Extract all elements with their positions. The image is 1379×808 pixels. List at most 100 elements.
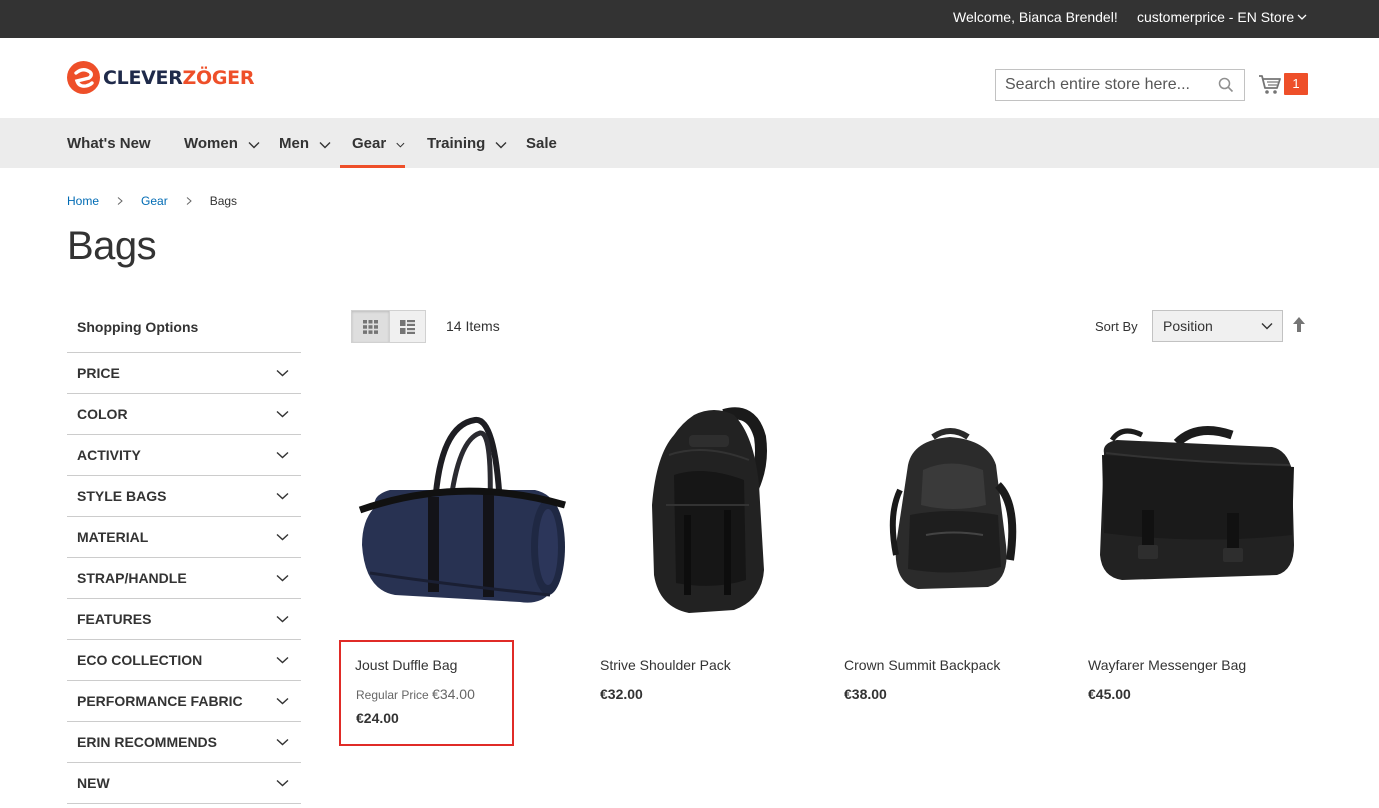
product-image-shoulder-pack[interactable] <box>594 395 819 625</box>
store-switcher-label: customerprice - EN Store <box>1137 9 1295 25</box>
store-switcher[interactable]: customerprice - EN Store <box>1137 9 1307 25</box>
search-icon[interactable] <box>1218 77 1234 93</box>
chevron-down-icon <box>319 141 331 148</box>
chevron-right-icon <box>117 197 123 205</box>
chevron-down-icon <box>276 410 289 418</box>
product-price: €45.00 <box>1088 686 1131 702</box>
sort-by-label: Sort By <box>1095 319 1138 334</box>
chevron-down-icon <box>276 451 289 459</box>
search-input[interactable] <box>996 70 1206 100</box>
chevron-down-icon <box>396 142 405 148</box>
nav-item-gear[interactable]: Gear <box>340 118 405 168</box>
search-box <box>995 69 1245 101</box>
regular-price-label: Regular Price <box>356 688 429 702</box>
breadcrumb: Home Gear Bags <box>67 194 237 208</box>
logo-text-part2: ZÖGER <box>182 66 255 89</box>
filter-style-bags[interactable]: STYLE BAGS <box>67 476 301 517</box>
grid-icon <box>362 319 378 334</box>
nav-item-label: Women <box>184 134 238 152</box>
page-title: Bags <box>67 224 157 268</box>
product-image-messenger-bag[interactable] <box>1082 395 1307 625</box>
chevron-right-icon <box>186 197 192 205</box>
logo[interactable]: CLEVERZÖGER <box>67 61 254 94</box>
arrow-up-icon[interactable] <box>1292 316 1306 334</box>
filter-features[interactable]: FEATURES <box>67 599 301 640</box>
product-price: €32.00 <box>600 686 643 702</box>
sort-by-select[interactable]: Position <box>1152 310 1283 342</box>
logo-text: CLEVERZÖGER <box>103 67 254 89</box>
list-view-button[interactable] <box>388 311 425 342</box>
product-name[interactable]: Crown Summit Backpack <box>844 657 1000 673</box>
items-count: 14 Items <box>446 318 500 334</box>
breadcrumb-home[interactable]: Home <box>67 194 99 208</box>
regular-price: Regular Price €34.00 <box>356 686 475 702</box>
filter-strap-handle[interactable]: STRAP/HANDLE <box>67 558 301 599</box>
chevron-down-icon <box>276 533 289 541</box>
cart-icon <box>1259 75 1281 94</box>
filter-label: COLOR <box>77 406 128 422</box>
nav-item-label: Men <box>279 134 309 152</box>
nav-item-sale[interactable]: Sale <box>526 118 557 168</box>
chevron-down-icon <box>276 656 289 664</box>
filter-price[interactable]: PRICE <box>67 353 301 394</box>
welcome-message: Welcome, Bianca Brendel! <box>953 9 1118 25</box>
chevron-down-icon <box>276 779 289 787</box>
chevron-down-icon <box>276 574 289 582</box>
chevron-down-icon <box>276 369 289 377</box>
product-name[interactable]: Wayfarer Messenger Bag <box>1088 657 1246 673</box>
main-navigation: What's New Women Men Gear Training Sale <box>0 118 1379 168</box>
chevron-down-icon <box>248 141 260 148</box>
breadcrumb-current: Bags <box>209 194 238 208</box>
product-image-backpack[interactable] <box>838 395 1063 625</box>
layered-navigation: Shopping Options PRICE COLOR ACTIVITY ST… <box>67 300 301 804</box>
grid-view-button[interactable] <box>352 311 389 342</box>
nav-item-training[interactable]: Training <box>427 118 507 168</box>
chevron-down-icon <box>276 738 289 746</box>
filter-material[interactable]: MATERIAL <box>67 517 301 558</box>
special-price: €24.00 <box>356 710 399 726</box>
top-bar: Welcome, Bianca Brendel! customerprice -… <box>0 0 1379 38</box>
sort-by-value: Position <box>1163 318 1213 334</box>
filter-label: MATERIAL <box>77 529 149 545</box>
filter-color[interactable]: COLOR <box>67 394 301 435</box>
nav-item-men[interactable]: Men <box>279 118 331 168</box>
filter-erin-recommends[interactable]: ERIN RECOMMENDS <box>67 722 301 763</box>
product-image-duffle-bag[interactable] <box>350 395 575 625</box>
chevron-down-icon <box>276 492 289 500</box>
filter-label: STRAP/HANDLE <box>77 570 187 586</box>
chevron-down-icon <box>1261 323 1273 330</box>
minicart[interactable]: 1 <box>1258 72 1308 98</box>
chevron-down-icon <box>495 141 507 148</box>
nav-item-label: Gear <box>352 134 387 152</box>
cart-counter: 1 <box>1284 73 1308 95</box>
product-name[interactable]: Strive Shoulder Pack <box>600 657 731 673</box>
logo-text-part1: CLEVER <box>103 66 183 89</box>
filter-label: PERFORMANCE FABRIC <box>77 693 243 709</box>
nav-item-women[interactable]: Women <box>184 118 260 168</box>
nav-item-label: What's New <box>67 134 151 152</box>
product-name[interactable]: Joust Duffle Bag <box>355 657 457 673</box>
filter-label: ECO COLLECTION <box>77 652 203 668</box>
breadcrumb-gear[interactable]: Gear <box>141 194 168 208</box>
filter-label: PRICE <box>77 365 120 381</box>
filter-label: ERIN RECOMMENDS <box>77 734 218 750</box>
header: CLEVERZÖGER 1 <box>0 38 1379 118</box>
chevron-down-icon <box>1297 14 1307 20</box>
filter-activity[interactable]: ACTIVITY <box>67 435 301 476</box>
regular-price-value: €34.00 <box>432 686 475 702</box>
filter-new[interactable]: NEW <box>67 763 301 804</box>
filter-label: FEATURES <box>77 611 152 627</box>
chevron-down-icon <box>276 697 289 705</box>
filter-eco-collection[interactable]: ECO COLLECTION <box>67 640 301 681</box>
nav-item-whats-new[interactable]: What's New <box>67 118 151 168</box>
filter-label: ACTIVITY <box>77 447 141 463</box>
list-icon <box>399 319 415 334</box>
filter-label: STYLE BAGS <box>77 488 167 504</box>
nav-item-label: Training <box>427 134 486 152</box>
filter-label: NEW <box>77 775 110 791</box>
nav-item-label: Sale <box>526 134 557 152</box>
chevron-down-icon <box>276 615 289 623</box>
logo-icon <box>67 61 100 94</box>
view-mode-switcher <box>351 310 426 343</box>
filter-performance-fabric[interactable]: PERFORMANCE FABRIC <box>67 681 301 722</box>
